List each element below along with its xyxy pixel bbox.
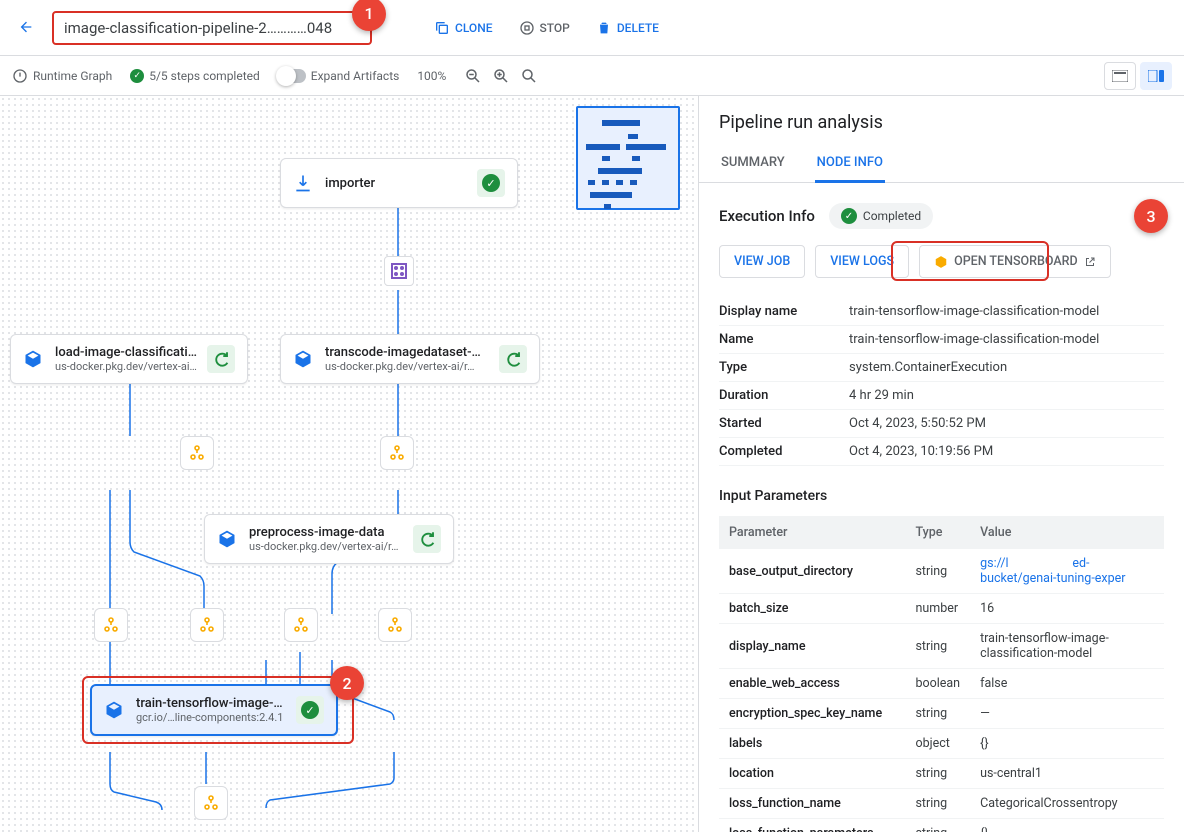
table-row: loss_function_parametersstring{}	[719, 819, 1164, 832]
tab-node-info[interactable]: NODE INFO	[815, 145, 885, 183]
pipeline-canvas[interactable]: importer ✓ load-image-classificatio… us-…	[0, 96, 698, 832]
external-link-icon	[1084, 256, 1096, 268]
view-mode-1[interactable]	[1104, 62, 1136, 90]
input-parameters-heading: Input Parameters	[719, 488, 1164, 504]
callout-2: 2	[330, 666, 364, 700]
artifact-node[interactable]	[194, 786, 228, 820]
artifact-node[interactable]	[94, 608, 128, 642]
toggle-icon	[278, 69, 306, 83]
node-title: load-image-classificatio…	[55, 345, 197, 360]
zoom-reset-icon[interactable]	[520, 67, 538, 85]
parameters-table: Parameter Type Value base_output_directo…	[719, 516, 1164, 832]
table-row: labelsobject{}	[719, 729, 1164, 759]
panel-title: Pipeline run analysis	[699, 112, 1184, 145]
artifact-node[interactable]	[380, 436, 414, 470]
node-subtitle: us-docker.pkg.dev/vertex-ai/r…	[325, 360, 489, 373]
zoom-out-icon[interactable]	[464, 67, 482, 85]
node-importer[interactable]: importer ✓	[280, 158, 518, 208]
highlight-tensorboard	[891, 241, 1049, 281]
delete-label: DELETE	[617, 21, 659, 35]
pipeline-title: image-classification-pipeline-2…………048 1	[52, 11, 372, 45]
expand-artifacts-toggle[interactable]: Expand Artifacts	[278, 69, 400, 83]
zoom-in-icon[interactable]	[492, 67, 510, 85]
details-panel: Pipeline run analysis SUMMARY NODE INFO …	[698, 96, 1184, 832]
artifact-node[interactable]	[284, 608, 318, 642]
node-title: transcode-imagedataset-…	[325, 345, 489, 360]
view-mode-2[interactable]	[1140, 62, 1172, 90]
callout-1: 1	[352, 0, 386, 31]
node-title: importer	[325, 176, 467, 191]
table-row: encryption_spec_key_namestring—	[719, 699, 1164, 729]
artifact-node[interactable]	[190, 608, 224, 642]
check-icon: ✓	[482, 174, 500, 192]
node-subtitle: us-docker.pkg.dev/vertex-ai/r…	[55, 360, 197, 373]
zoom-level: 100%	[417, 69, 446, 83]
sub-toolbar: Runtime Graph ✓ 5/5 steps completed Expa…	[0, 56, 1184, 96]
node-subtitle: gcr.io/…line-components:2.4.1	[136, 711, 286, 724]
table-row: batch_sizenumber16	[719, 594, 1164, 624]
node-title: preprocess-image-data	[249, 525, 403, 540]
execution-kv-table: Display nametrain-tensorflow-image-class…	[719, 298, 1164, 466]
node-preprocess-image-data[interactable]: preprocess-image-data us-docker.pkg.dev/…	[204, 514, 454, 564]
clone-button[interactable]: CLONE	[434, 20, 493, 36]
pipeline-title-text: image-classification-pipeline-2…………048	[64, 19, 332, 37]
table-row: loss_function_namestringCategoricalCross…	[719, 789, 1164, 819]
top-toolbar: image-classification-pipeline-2…………048 1…	[0, 0, 1184, 56]
status-badge: ✓ Completed	[829, 203, 933, 229]
stop-button[interactable]: STOP	[519, 20, 570, 36]
view-job-button[interactable]: VIEW JOB	[719, 245, 805, 278]
node-load-image-classification[interactable]: load-image-classificatio… us-docker.pkg.…	[10, 334, 248, 384]
node-train-tensorflow[interactable]: train-tensorflow-image-c… gcr.io/…line-c…	[90, 684, 338, 736]
delete-button[interactable]: DELETE	[596, 20, 659, 36]
table-row: enable_web_accessbooleanfalse	[719, 669, 1164, 699]
artifact-node[interactable]	[378, 608, 412, 642]
table-row: locationstringus-central1	[719, 759, 1164, 789]
tab-summary[interactable]: SUMMARY	[719, 145, 787, 182]
node-transcode-imagedataset[interactable]: transcode-imagedataset-… us-docker.pkg.d…	[280, 334, 540, 384]
table-row: base_output_directorystringgs://l ed-buc…	[719, 549, 1164, 594]
callout-3: 3	[1134, 199, 1168, 233]
check-icon: ✓	[301, 701, 319, 719]
node-subtitle: us-docker.pkg.dev/vertex-ai/r…	[249, 540, 403, 553]
expand-node[interactable]	[384, 256, 414, 286]
table-row: display_namestringtrain-tensorflow-image…	[719, 624, 1164, 669]
runtime-graph-label[interactable]: Runtime Graph	[12, 68, 112, 84]
stop-label: STOP	[540, 21, 570, 35]
steps-completed: ✓ 5/5 steps completed	[130, 69, 260, 83]
back-button[interactable]	[12, 10, 40, 46]
artifact-node[interactable]	[180, 436, 214, 470]
minimap[interactable]	[576, 106, 680, 210]
clone-label: CLONE	[455, 21, 493, 35]
node-title: train-tensorflow-image-c…	[136, 696, 286, 711]
execution-info-heading: Execution Info	[719, 207, 815, 225]
